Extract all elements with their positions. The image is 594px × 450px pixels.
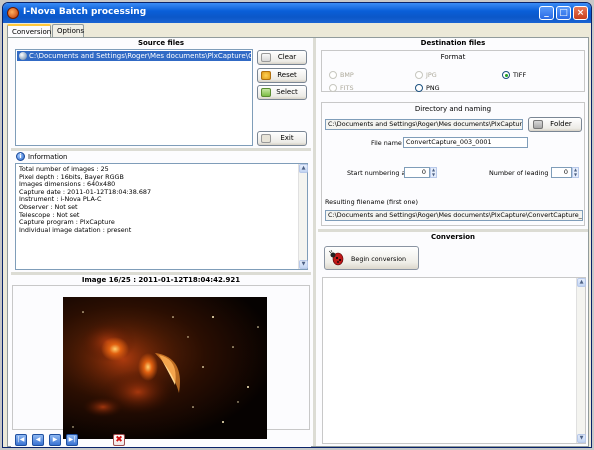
png-radio[interactable] (415, 84, 423, 92)
tiff-label: TIFF (513, 71, 527, 79)
minimize-button[interactable]: _ (539, 6, 554, 20)
preview-panel: Image 16/25 : 2011-01-12T18:04:42.921 |◀… (11, 275, 311, 447)
png-label: PNG (426, 84, 440, 92)
folder-button[interactable]: Folder (528, 117, 582, 132)
destination-panel: Destination files Format BMP JPG TIFF FI… (318, 38, 588, 228)
select-icon (261, 88, 271, 97)
directory-field[interactable]: C:\Documents and Settings\Roger\Mes docu… (325, 119, 523, 130)
source-files-title: Source files (137, 39, 185, 47)
first-image-icon[interactable]: |◀ (15, 434, 27, 446)
vertical-splitter[interactable] (313, 38, 316, 446)
source-files-panel: Source files C:\Documents and Settings\R… (11, 38, 311, 147)
maximize-button[interactable]: □ (556, 6, 571, 20)
exit-label: Exit (280, 134, 294, 142)
clear-label: Clear (277, 53, 297, 61)
jpg-label: JPG (426, 71, 437, 79)
title-bar[interactable]: I-Nova Batch processing _ □ × (3, 3, 591, 23)
nebula-image (63, 311, 259, 428)
select-button[interactable]: Select (257, 85, 307, 100)
leading-zero-spinner[interactable]: ▲ ▼ (572, 167, 579, 178)
spin-down-icon[interactable]: ▼ (431, 172, 436, 178)
conversion-log[interactable]: ▲ ▼ (322, 277, 586, 444)
leading-zero-input[interactable]: 0 (551, 167, 572, 178)
preview-caption: Image 16/25 : 2011-01-12T18:04:42.921 (81, 276, 241, 284)
information-text[interactable]: Total number of images : 25 Pixel depth … (15, 163, 308, 270)
close-button[interactable]: × (573, 6, 588, 20)
tab-conversion[interactable]: Conversion (7, 24, 51, 38)
information-label: Information (28, 153, 68, 161)
tab-options[interactable]: Options (52, 24, 84, 37)
naming-group: Directory and naming C:\Documents and Se… (321, 102, 585, 226)
file-path: C:\Documents and Settings\Roger\Mes docu… (29, 52, 251, 60)
start-numbering-spinner[interactable]: ▲ ▼ (430, 167, 437, 178)
format-group: Format BMP JPG TIFF FITS PNG (321, 50, 585, 92)
file-name-label: File name (371, 139, 402, 147)
tiff-radio[interactable] (502, 71, 510, 79)
preview-area (12, 285, 310, 439)
app-icon (7, 7, 19, 19)
clear-icon (261, 53, 271, 62)
previous-image-icon[interactable]: ◀ (32, 434, 44, 446)
scroll-down-icon[interactable]: ▼ (577, 434, 586, 443)
naming-title: Directory and naming (414, 105, 492, 113)
source-file-list[interactable]: C:\Documents and Settings\Roger\Mes docu… (15, 49, 253, 146)
start-numbering-label: Start numbering at (347, 169, 408, 177)
begin-conversion-button[interactable]: Begin conversion (324, 246, 419, 270)
conversion-title: Conversion (430, 233, 476, 241)
information-lines: Total number of images : 25 Pixel depth … (19, 165, 151, 234)
exit-button[interactable]: Exit (257, 131, 307, 146)
app-window: I-Nova Batch processing _ □ × Conversion… (2, 2, 592, 448)
scroll-down-icon[interactable]: ▼ (299, 260, 308, 269)
conversion-panel: Conversion Begin conversion ▲ ▼ (318, 232, 588, 446)
window-title: I-Nova Batch processing (23, 7, 147, 17)
image-file-icon (19, 52, 27, 60)
begin-conversion-label: Begin conversion (351, 255, 407, 263)
result-field[interactable]: C:\Documents and Settings\Roger\Mes docu… (325, 210, 583, 221)
result-label: Resulting filename (first one) (325, 198, 418, 206)
exit-icon (261, 134, 271, 143)
select-label: Select (276, 88, 298, 96)
folder-icon (533, 120, 543, 129)
list-item[interactable]: C:\Documents and Settings\Roger\Mes docu… (17, 51, 251, 61)
log-scrollbar[interactable]: ▲ ▼ (576, 278, 586, 443)
reset-icon (261, 71, 271, 80)
info-scrollbar[interactable]: ▲ ▼ (298, 164, 308, 269)
format-title: Format (440, 53, 466, 61)
bmp-label: BMP (340, 71, 354, 79)
navigation-bar: |◀ ◀ ▶ ▶| ✖ (15, 434, 135, 446)
next-image-icon[interactable]: ▶ (49, 434, 61, 446)
reset-button[interactable]: Reset (257, 68, 307, 83)
folder-label: Folder (550, 120, 572, 128)
reset-label: Reset (277, 71, 297, 79)
info-line: Individual image datation : present (19, 225, 132, 234)
file-name-input[interactable]: ConvertCapture_003_0001 (403, 137, 528, 148)
leading-zero-label: Number of leading "0" (489, 169, 561, 177)
jpg-radio[interactable] (415, 71, 423, 79)
last-image-icon[interactable]: ▶| (66, 434, 78, 446)
fits-label: FITS (340, 84, 354, 92)
info-icon: i (16, 152, 25, 161)
scroll-up-icon[interactable]: ▲ (577, 278, 586, 287)
bmp-radio[interactable] (329, 71, 337, 79)
stop-icon[interactable]: ✖ (113, 434, 125, 446)
beetle-icon (329, 250, 344, 266)
destination-title: Destination files (420, 39, 486, 47)
fits-radio[interactable] (329, 84, 337, 92)
scroll-up-icon[interactable]: ▲ (299, 164, 308, 173)
clear-button[interactable]: Clear (257, 50, 307, 65)
start-numbering-input[interactable]: 0 (404, 167, 430, 178)
tab-content: Source files C:\Documents and Settings\R… (7, 37, 589, 447)
information-panel: i Information Total number of images : 2… (11, 151, 311, 271)
spin-down-icon[interactable]: ▼ (573, 172, 578, 178)
preview-image (63, 297, 267, 439)
